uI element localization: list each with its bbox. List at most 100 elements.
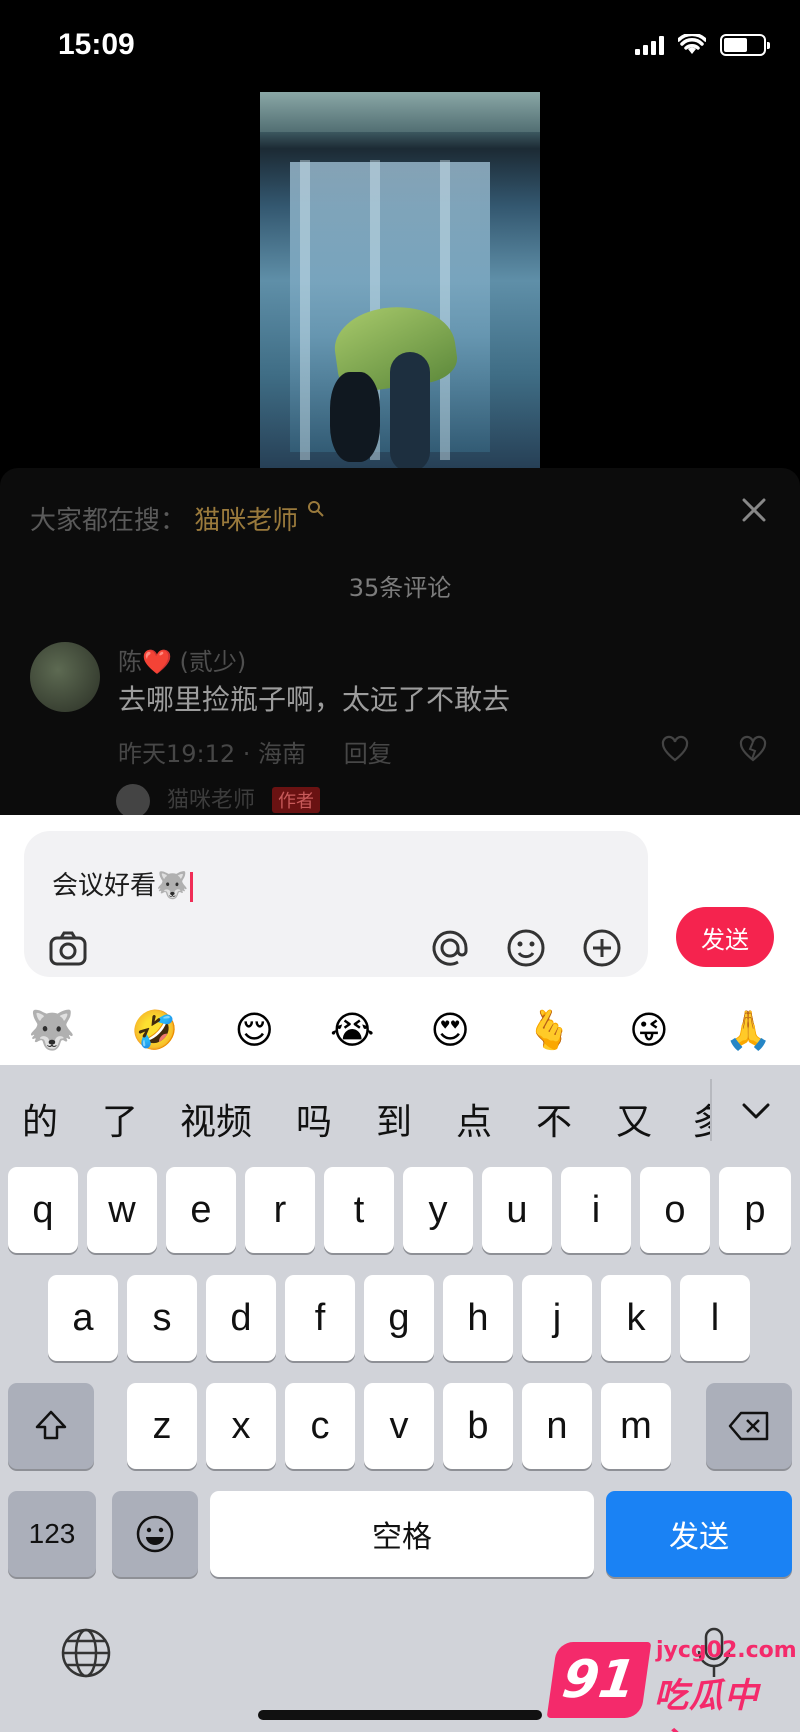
video-player[interactable] — [260, 92, 540, 470]
dislike-icon[interactable] — [738, 734, 768, 764]
candidate-word[interactable]: 到 — [376, 1093, 412, 1145]
globe-icon[interactable] — [58, 1625, 114, 1681]
key-s[interactable]: s — [127, 1275, 197, 1361]
comment-meta: 昨天19:12 · 海南 回复 — [118, 734, 392, 769]
watermark-name: 吃瓜中心 — [654, 1676, 759, 1732]
key-p[interactable]: p — [719, 1167, 791, 1253]
sub-reply-user: 猫咪老师 — [167, 788, 256, 813]
key-e[interactable]: e — [166, 1167, 236, 1253]
key-w[interactable]: w — [87, 1167, 157, 1253]
watermark-domain: jycg02.com — [656, 1638, 797, 1663]
like-heart-icon[interactable] — [660, 734, 690, 764]
status-icons — [635, 34, 770, 56]
heart-emoji-icon: ❤️ — [142, 648, 172, 676]
candidate-word[interactable]: 多 — [692, 1093, 710, 1145]
comment-input-text[interactable]: 会议好看🐺 — [52, 865, 194, 902]
emoji-heart-eyes[interactable]: 😍 — [430, 1011, 470, 1049]
key-v[interactable]: v — [364, 1383, 434, 1469]
emoji-relieved[interactable]: 😌 — [234, 1011, 274, 1049]
search-suggestion-label: 大家都在搜： — [30, 506, 187, 536]
comment-count: 35条评论 — [348, 574, 452, 602]
key-n[interactable]: n — [522, 1383, 592, 1469]
key-o[interactable]: o — [640, 1167, 710, 1253]
search-suggestion-term[interactable]: 猫咪老师 — [194, 506, 298, 536]
key-y[interactable]: y — [403, 1167, 473, 1253]
status-bar: 15:09 — [0, 0, 800, 90]
key-t[interactable]: t — [324, 1167, 394, 1253]
key-f[interactable]: f — [285, 1275, 355, 1361]
close-icon[interactable] — [736, 492, 772, 528]
comment-user-suffix: (贰少) — [179, 648, 247, 676]
space-key[interactable]: 空格 — [210, 1491, 594, 1577]
emoji-crying[interactable]: 😭 — [330, 1011, 374, 1049]
return-send-key[interactable]: 发送 — [606, 1491, 792, 1577]
candidate-word[interactable]: 了 — [102, 1093, 138, 1145]
search-suggestion[interactable]: 大家都在搜： 猫咪老师 — [30, 500, 325, 537]
wolf-emoji-icon: 🐺 — [156, 871, 189, 901]
emoji-wink-tongue[interactable]: 😜 — [629, 1011, 669, 1049]
key-i[interactable]: i — [561, 1167, 631, 1253]
shift-key[interactable] — [8, 1383, 94, 1469]
key-r[interactable]: r — [245, 1167, 315, 1253]
send-button[interactable]: 发送 — [676, 907, 774, 967]
emoji-pray[interactable]: 🙏 — [725, 1011, 772, 1049]
watermark: 91 jycg02.com 吃瓜中心 — [546, 1638, 797, 1732]
key-z[interactable]: z — [127, 1383, 197, 1469]
comment-time-location: 昨天19:12 · 海南 — [118, 740, 307, 768]
author-badge: 作者 — [272, 787, 321, 813]
sub-reply-preview[interactable]: 猫咪老师 作者 — [116, 782, 321, 818]
candidate-word[interactable]: 视频 — [180, 1093, 252, 1145]
status-time: 15:09 — [58, 28, 135, 61]
wifi-icon — [678, 34, 706, 54]
candidate-word[interactable]: 点 — [456, 1093, 492, 1145]
key-x[interactable]: x — [206, 1383, 276, 1469]
key-q[interactable]: q — [8, 1167, 78, 1253]
key-u[interactable]: u — [482, 1167, 552, 1253]
key-j[interactable]: j — [522, 1275, 592, 1361]
comment-input[interactable]: 会议好看🐺 — [24, 831, 648, 977]
comment-text: 去哪里捡瓶子啊，太远了不敢去 — [118, 683, 511, 716]
backspace-icon — [728, 1411, 769, 1441]
chevron-down-icon[interactable] — [738, 1093, 774, 1129]
backspace-key[interactable] — [706, 1383, 792, 1469]
comment-sheet: 大家都在搜： 猫咪老师 35条评论 陈❤️ (贰少) 去哪里捡瓶子啊，太远了不敢… — [0, 468, 800, 818]
quick-emoji-bar: 🐺 🤣 😌 😭 😍 🫰 😜 🙏 — [0, 998, 800, 1062]
candidate-word[interactable]: 吗 — [296, 1093, 332, 1145]
camera-icon[interactable] — [46, 926, 90, 970]
text-caret — [190, 871, 194, 902]
keyboard: 的 了 视频 吗 到 点 不 又 多 q w e r t y u i o p a… — [0, 1065, 800, 1732]
cellular-signal-icon — [635, 35, 664, 55]
key-d[interactable]: d — [206, 1275, 276, 1361]
emoji-finger-heart[interactable]: 🫰 — [526, 1011, 573, 1049]
battery-icon — [720, 34, 770, 56]
key-g[interactable]: g — [364, 1275, 434, 1361]
numbers-key[interactable]: 123 — [8, 1491, 96, 1577]
candidate-word[interactable]: 又 — [616, 1093, 652, 1145]
key-a[interactable]: a — [48, 1275, 118, 1361]
comment-username[interactable]: 陈❤️ (贰少) — [118, 642, 246, 677]
shift-icon — [35, 1410, 67, 1440]
key-k[interactable]: k — [601, 1275, 671, 1361]
emoji-face-icon[interactable] — [504, 926, 548, 970]
candidate-bar: 的 了 视频 吗 到 点 不 又 多 — [0, 1065, 800, 1163]
candidate-word[interactable]: 的 — [22, 1093, 58, 1145]
search-icon — [307, 501, 324, 517]
key-m[interactable]: m — [601, 1383, 671, 1469]
emoji-wolf[interactable]: 🐺 — [28, 1011, 75, 1049]
reply-button[interactable]: 回复 — [344, 740, 392, 768]
comment-composer: 会议好看🐺 发送 🐺 🤣 😌 😭 😍 🫰 😜 🙏 — [0, 815, 800, 1065]
mention-icon[interactable] — [428, 926, 472, 970]
key-c[interactable]: c — [285, 1383, 355, 1469]
avatar — [116, 784, 150, 818]
avatar[interactable] — [30, 642, 100, 712]
candidate-word[interactable]: 不 — [536, 1093, 572, 1145]
key-b[interactable]: b — [443, 1383, 513, 1469]
smiley-icon — [136, 1515, 174, 1553]
emoji-key[interactable] — [112, 1491, 198, 1577]
key-l[interactable]: l — [680, 1275, 750, 1361]
watermark-logo: 91 — [546, 1642, 652, 1718]
home-indicator[interactable] — [258, 1710, 542, 1720]
add-icon[interactable] — [580, 926, 624, 970]
emoji-rofl[interactable]: 🤣 — [131, 1011, 178, 1049]
key-h[interactable]: h — [443, 1275, 513, 1361]
